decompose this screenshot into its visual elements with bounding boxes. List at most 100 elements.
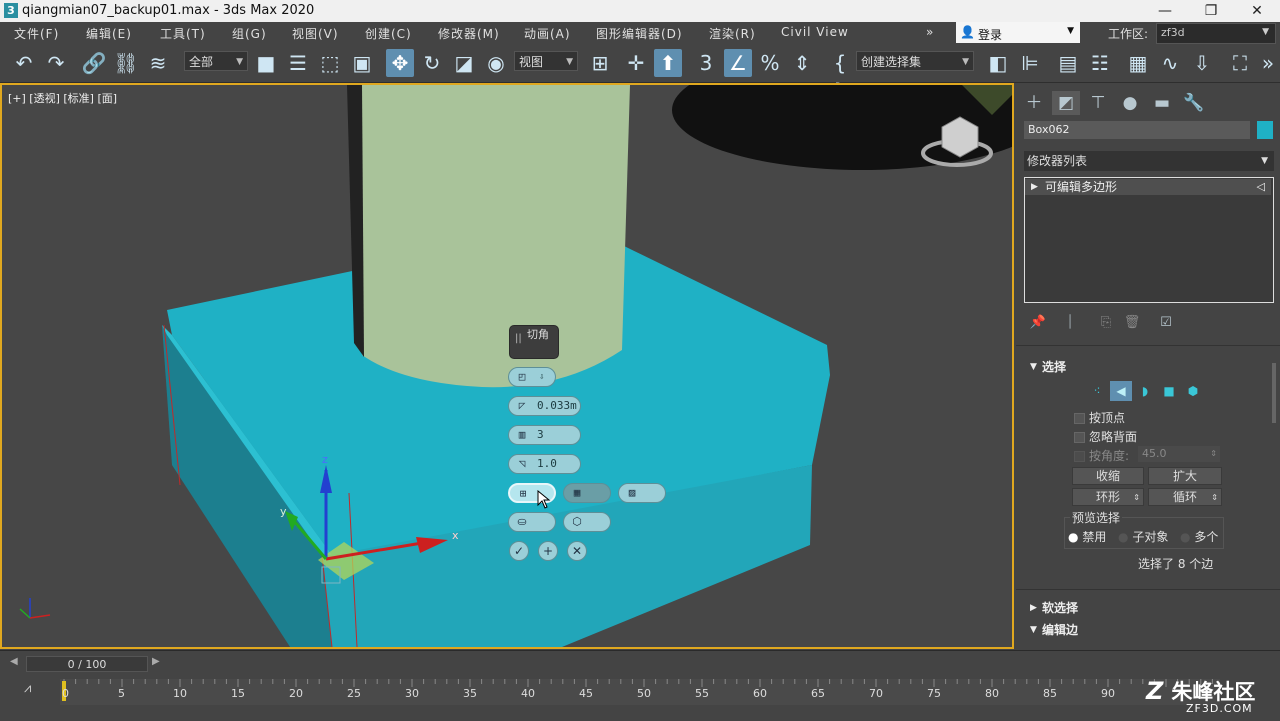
loop-button[interactable]: 循环 ⇕ — [1148, 488, 1222, 506]
chamfer-tri-toggle[interactable]: ▦ — [563, 483, 611, 503]
grow-button[interactable]: 扩大 — [1148, 467, 1222, 485]
utilities-tab-icon[interactable]: 🔧 — [1180, 91, 1208, 115]
place-icon[interactable]: ◉ — [482, 49, 510, 77]
ignore-backfacing-checkbox[interactable]: 忽略背面 — [1074, 428, 1137, 445]
minimize-button[interactable]: — — [1142, 0, 1188, 22]
chamfer-tension-field[interactable]: ◹ 1.0 — [508, 454, 581, 474]
preview-subobject-radio[interactable]: ● 子对象 — [1118, 528, 1168, 545]
select-by-name-icon[interactable]: ☰ — [284, 49, 312, 77]
named-selection-set-dropdown[interactable]: 创建选择集 ▼ — [856, 51, 974, 71]
curve-editor-mini-icon[interactable]: ⩘ — [24, 681, 31, 696]
chamfer-smooth-threshold[interactable]: ⬡ — [563, 512, 611, 532]
cancel-button[interactable]: ✕ — [567, 541, 587, 561]
select-object-icon[interactable]: ■ — [252, 49, 280, 77]
prev-frame-icon[interactable]: ◀ — [10, 656, 18, 667]
reference-coordinate-dropdown[interactable]: 视图 ▼ — [514, 51, 578, 71]
viewport-label[interactable]: [+] [透视] [标准] [面] — [8, 90, 117, 106]
chamfer-open-toggle[interactable]: ⛀ — [508, 512, 556, 532]
make-unique-icon[interactable]: ⎘ — [1092, 311, 1120, 335]
chamfer-segments-field[interactable]: ▥ 3 — [508, 425, 581, 445]
menu-file[interactable]: 文件(F) — [14, 25, 59, 42]
curve-editor-icon[interactable]: ∿ — [1156, 49, 1184, 77]
element-mode-icon[interactable]: ⬢ — [1182, 381, 1204, 401]
workspace-dropdown[interactable]: zf3d ▼ — [1156, 23, 1276, 44]
show-end-result-icon[interactable]: ⏐ — [1056, 311, 1084, 335]
menu-graph-editors[interactable]: 图形编辑器(D) — [596, 25, 683, 42]
toggle-ribbon-icon[interactable]: ☷ — [1086, 49, 1114, 77]
ring-button[interactable]: 环形 ⇕ — [1072, 488, 1144, 506]
rollout-soft-selection[interactable]: ▶ 软选择 — [1024, 598, 1274, 618]
chamfer-amount-field[interactable]: ◸ 0.033m — [508, 396, 581, 416]
by-vertex-checkbox[interactable]: 按顶点 — [1074, 409, 1125, 426]
spinner-snap-icon[interactable]: ⇕ — [788, 49, 816, 77]
grip-icon[interactable]: || — [515, 333, 522, 344]
angle-spinner[interactable]: 45.0 ⇕ — [1138, 446, 1220, 462]
viewport-perspective[interactable]: z x y [+] [透视] [标准] [面] || 切角 ◰ ⇩ ◸ 0.03… — [0, 83, 1014, 649]
percent-snap-icon[interactable]: % — [756, 49, 784, 77]
layer-explorer-icon[interactable]: ▤ — [1054, 49, 1082, 77]
edit-named-selection-icon[interactable]: { } — [826, 49, 854, 103]
spinner-arrows-icon[interactable]: ⇕ — [1133, 489, 1140, 506]
link-icon[interactable]: 🔗 — [80, 49, 108, 77]
chamfer-type-dropdown[interactable]: ◰ ⇩ — [508, 367, 556, 387]
bind-space-warp-icon[interactable]: ≋ — [144, 49, 172, 77]
login-dropdown[interactable]: 👤 登录 ▼ — [956, 22, 1080, 43]
stack-item-editable-poly[interactable]: ▶ 可编辑多边形 ◁ — [1025, 179, 1271, 195]
polygon-mode-icon[interactable]: ■ — [1158, 381, 1180, 401]
mirror-icon[interactable]: ◧ — [984, 49, 1012, 77]
scene-explorer-icon[interactable]: ▦ — [1124, 49, 1152, 77]
motion-tab-icon[interactable]: ● — [1116, 91, 1144, 115]
apply-button[interactable]: + — [538, 541, 558, 561]
by-angle-checkbox[interactable]: 按角度: — [1074, 447, 1129, 464]
restore-button[interactable]: ❐ — [1188, 0, 1234, 22]
next-frame-icon[interactable]: ▶ — [152, 656, 160, 667]
modify-tab-icon[interactable]: ◩ — [1052, 91, 1080, 115]
hierarchy-tab-icon[interactable]: ⊤ — [1084, 91, 1112, 115]
create-tab-icon[interactable]: ＋ — [1020, 91, 1048, 115]
unlink-icon[interactable]: ⛓ — [112, 49, 140, 77]
menu-animation[interactable]: 动画(A) — [524, 25, 571, 42]
keyboard-shortcut-override-icon[interactable]: ⬆ — [654, 49, 682, 77]
border-mode-icon[interactable]: ◗ — [1134, 381, 1156, 401]
menu-view[interactable]: 视图(V) — [292, 25, 339, 42]
pivot-point-icon[interactable]: ⊞ — [586, 49, 614, 77]
time-slider[interactable]: 0 / 100 — [26, 656, 148, 672]
window-crossing-icon[interactable]: ▣ — [348, 49, 376, 77]
expand-arrow-icon[interactable]: ▶ — [1031, 179, 1038, 195]
preview-multiple-radio[interactable]: ● 多个 — [1180, 528, 1218, 545]
menu-create[interactable]: 创建(C) — [365, 25, 412, 42]
menu-edit[interactable]: 编辑(E) — [86, 25, 132, 42]
spinner-arrows-icon[interactable]: ⇕ — [1211, 489, 1218, 506]
panel-scrollbar[interactable] — [1272, 363, 1276, 423]
move-icon[interactable]: ✥ — [386, 49, 414, 77]
ok-button[interactable]: ✓ — [509, 541, 529, 561]
rollout-edit-edges[interactable]: ▼ 编辑边 — [1024, 620, 1274, 640]
redo-icon[interactable]: ↷ — [42, 49, 70, 77]
menu-tools[interactable]: 工具(T) — [160, 25, 206, 42]
rectangular-selection-icon[interactable]: ⬚ — [316, 49, 344, 77]
close-button[interactable]: ✕ — [1234, 0, 1280, 22]
chamfer-smooth-toggle[interactable]: ▨ — [618, 483, 666, 503]
caddy-title-bar[interactable]: || 切角 — [509, 325, 559, 359]
vertex-mode-icon[interactable]: ⁖ — [1086, 381, 1108, 401]
select-manipulate-icon[interactable]: ✛ — [622, 49, 650, 77]
menu-group[interactable]: 组(G) — [232, 25, 267, 42]
schematic-view-icon[interactable]: ⇩ — [1188, 49, 1216, 77]
edge-mode-icon[interactable]: ◀ — [1110, 381, 1132, 401]
shrink-button[interactable]: 收缩 — [1072, 467, 1144, 485]
menu-rendering[interactable]: 渲染(R) — [709, 25, 756, 42]
selection-filter-dropdown[interactable]: 全部 ▼ — [184, 51, 248, 71]
display-tab-icon[interactable]: ▬ — [1148, 91, 1176, 115]
menu-more[interactable]: » — [926, 25, 934, 39]
object-name-field[interactable]: Box062 — [1024, 121, 1250, 139]
pin-stack-icon[interactable]: 📌 — [1024, 311, 1052, 335]
remove-modifier-icon[interactable]: 🗑 — [1118, 311, 1146, 335]
toolbar-more-icon[interactable]: » — [1254, 49, 1280, 77]
configure-sets-icon[interactable]: ☑ — [1152, 311, 1180, 335]
rotate-icon[interactable]: ↻ — [418, 49, 446, 77]
object-color-swatch[interactable] — [1257, 121, 1273, 139]
material-editor-icon[interactable]: ⛶ — [1226, 49, 1254, 77]
angle-snap-icon[interactable]: ∠ — [724, 49, 752, 77]
undo-icon[interactable]: ↶ — [10, 49, 38, 77]
snaps-toggle-icon[interactable]: 3 — [692, 49, 720, 77]
